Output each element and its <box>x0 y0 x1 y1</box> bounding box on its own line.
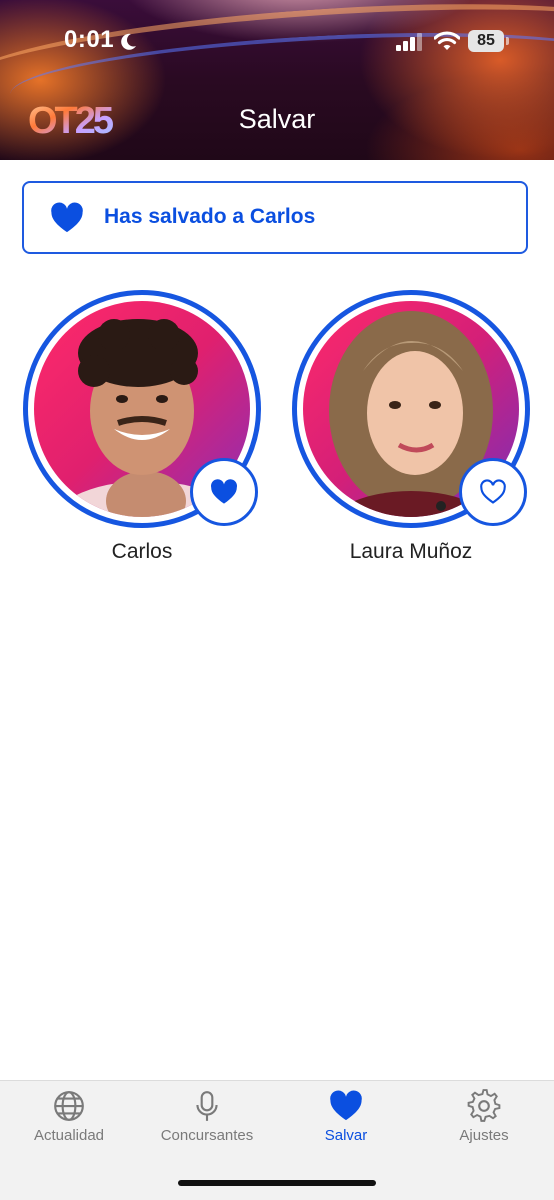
tab-label: Concursantes <box>160 1127 254 1144</box>
wifi-icon <box>434 31 460 50</box>
tab-label: Actualidad <box>33 1127 105 1144</box>
cellular-signal-icon <box>396 33 422 51</box>
save-heart-button[interactable] <box>190 458 258 526</box>
tab-label: Salvar <box>324 1127 368 1144</box>
microphone-icon <box>196 1091 218 1121</box>
heart-icon <box>330 1090 362 1121</box>
tab-concursantes[interactable]: Concursantes <box>138 1089 276 1149</box>
tab-label: Ajustes <box>459 1127 509 1144</box>
contestant-name: Carlos <box>111 540 173 563</box>
save-heart-button[interactable] <box>459 458 527 526</box>
home-indicator[interactable] <box>178 1180 376 1186</box>
moon-icon <box>121 33 136 50</box>
tab-salvar[interactable]: Salvar <box>277 1089 415 1149</box>
contestant-card-carlos[interactable]: Carlos <box>23 290 263 580</box>
saved-confirmation-banner: Has salvado a Carlos <box>22 181 528 254</box>
tab-ajustes[interactable]: Ajustes <box>415 1089 553 1149</box>
heart-filled-icon <box>211 479 237 504</box>
tab-actualidad[interactable]: Actualidad <box>0 1089 138 1149</box>
heart-filled-icon <box>51 202 83 233</box>
status-time: 0:01 <box>64 26 115 53</box>
contestant-card-laura-munoz[interactable]: Laura Muñoz <box>292 290 532 580</box>
gear-icon <box>467 1089 501 1122</box>
contestant-name: Laura Muñoz <box>349 540 473 563</box>
heart-outline-icon <box>480 479 506 504</box>
battery-cap <box>506 37 509 45</box>
globe-icon <box>54 1091 84 1121</box>
status-bar: 0:01 85 <box>0 0 554 80</box>
app-header: 0:01 85 OT25 Salvar <box>0 0 554 160</box>
banner-text: Has salvado a Carlos <box>104 205 316 228</box>
page-title: Salvar <box>238 104 316 134</box>
battery-indicator: 85 <box>468 30 504 52</box>
